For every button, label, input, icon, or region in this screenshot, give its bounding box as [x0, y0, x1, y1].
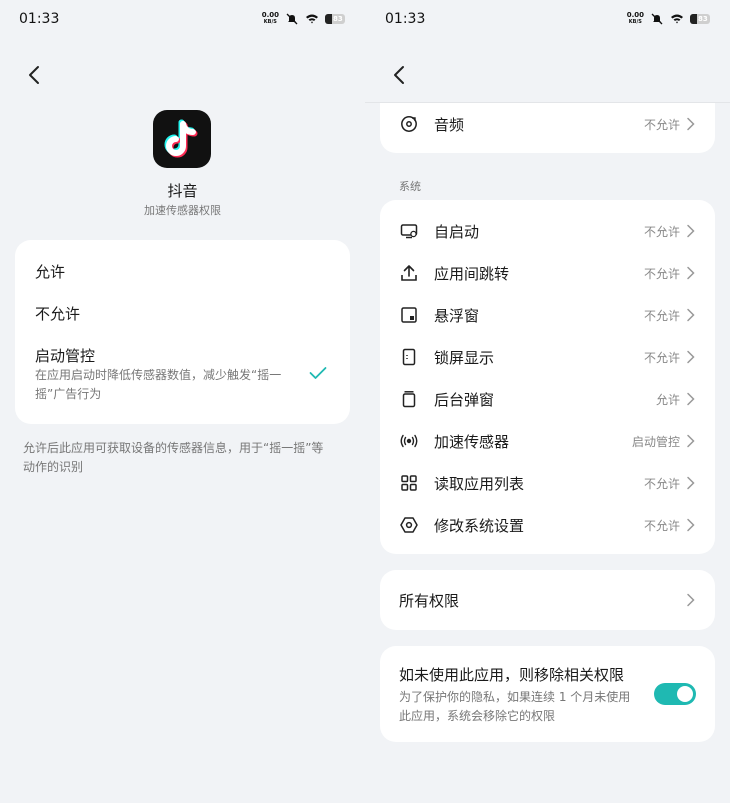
audio-icon: [401, 116, 417, 132]
status-bar: 01:33 0.00 KB/S 83: [365, 0, 730, 40]
permission-note: 允许后此应用可获取设备的传感器信息，用于“摇一摇”等动作的识别: [23, 441, 324, 474]
remove-unused-title: 如未使用此应用，则移除相关权限: [399, 666, 625, 684]
chevron-right-icon: [687, 392, 695, 406]
permission-row-accel-sensor[interactable]: 加速传感器 启动管控: [380, 420, 715, 462]
sensor-icon: [400, 434, 418, 448]
status-bar: 01:33 0.00 KB/S 83: [0, 0, 365, 40]
chevron-right-icon: [687, 224, 695, 238]
permission-row-background-popup[interactable]: 后台弹窗 允许: [380, 378, 715, 420]
system-settings-icon: [400, 517, 418, 533]
option-launch-control[interactable]: 启动管控: [35, 345, 95, 366]
toggle-knob: [677, 686, 693, 702]
chevron-right-icon: [687, 350, 695, 364]
app-permissions-screen: 01:33 0.00 KB/S 83 音频 不允许 系统 自启动 不允许 应用间跳…: [365, 0, 730, 803]
permission-options-card: 允许 不允许 启动管控 在应用启动时降低传感器数值，减少触发“摇一摇”广告行为: [15, 240, 350, 424]
app-jump-icon: [401, 265, 417, 281]
wifi-icon: [306, 14, 318, 24]
chevron-right-icon: [687, 117, 695, 131]
wifi-icon: [671, 14, 683, 24]
option-launch-control-desc: 在应用启动时降低传感器数值，减少触发“摇一摇”广告行为: [35, 368, 282, 401]
permission-row-system-settings[interactable]: 修改系统设置 不允许: [380, 504, 715, 546]
remove-unused-toggle[interactable]: [654, 683, 696, 705]
all-permissions-row[interactable]: 所有权限: [380, 570, 715, 630]
permission-row-lockscreen[interactable]: 锁屏显示 不允许: [380, 336, 715, 378]
battery-icon: 83: [690, 14, 710, 24]
status-time: 01:33: [19, 11, 60, 27]
network-speed: 0.00 KB/S: [626, 11, 644, 26]
back-chevron-icon[interactable]: [24, 64, 46, 86]
option-allow[interactable]: 允许: [35, 261, 65, 282]
floating-window-icon: [401, 307, 417, 323]
media-permissions-card: 音频 不允许: [380, 103, 715, 153]
mute-icon: [651, 13, 663, 25]
app-name: 抖音: [167, 182, 198, 200]
chevron-right-icon: [687, 308, 695, 322]
option-deny[interactable]: 不允许: [35, 303, 80, 324]
checkmark-icon: [309, 367, 327, 379]
sensor-permission-screen: 01:33 0.00 KB/S 83 抖音 加速传感器权限 允许 不允许 启动管控…: [0, 0, 365, 803]
chevron-right-icon: [687, 434, 695, 448]
permission-value: 不允许: [643, 118, 680, 132]
network-speed: 0.00 KB/S: [261, 11, 279, 26]
chevron-right-icon: [687, 266, 695, 280]
app-list-icon: [401, 475, 417, 491]
mute-icon: [286, 13, 298, 25]
all-permissions-label: 所有权限: [399, 592, 460, 610]
status-time: 01:33: [385, 11, 426, 27]
chevron-right-icon: [687, 476, 695, 490]
system-permissions-card: 自启动 不允许 应用间跳转 不允许 悬浮窗 不允许 锁屏显示 不允许 后台弹窗 …: [380, 200, 715, 554]
permission-label: 音频: [434, 116, 465, 134]
autostart-icon: [400, 224, 418, 239]
remove-unused-desc: 为了保护你的隐私，如果连续 1 个月未使用此应用，系统会移除它的权限: [399, 690, 631, 723]
douyin-app-icon: [153, 110, 211, 168]
background-popup-icon: [402, 391, 416, 408]
chevron-right-icon: [687, 518, 695, 532]
permission-row-app-list[interactable]: 读取应用列表 不允许: [380, 462, 715, 504]
permission-row-audio[interactable]: 音频 不允许: [380, 103, 715, 145]
battery-icon: 83: [325, 14, 345, 24]
lockscreen-icon: [402, 348, 416, 366]
section-title-system: 系统: [399, 180, 421, 193]
back-chevron-icon[interactable]: [389, 64, 411, 86]
remove-unused-permissions-card: 如未使用此应用，则移除相关权限 为了保护你的隐私，如果连续 1 个月未使用此应用…: [380, 646, 715, 742]
permission-row-floating-window[interactable]: 悬浮窗 不允许: [380, 294, 715, 336]
permission-row-autostart[interactable]: 自启动 不允许: [380, 210, 715, 252]
permission-subtitle: 加速传感器权限: [144, 204, 221, 217]
chevron-right-icon: [687, 593, 695, 607]
permission-row-app-jump[interactable]: 应用间跳转 不允许: [380, 252, 715, 294]
